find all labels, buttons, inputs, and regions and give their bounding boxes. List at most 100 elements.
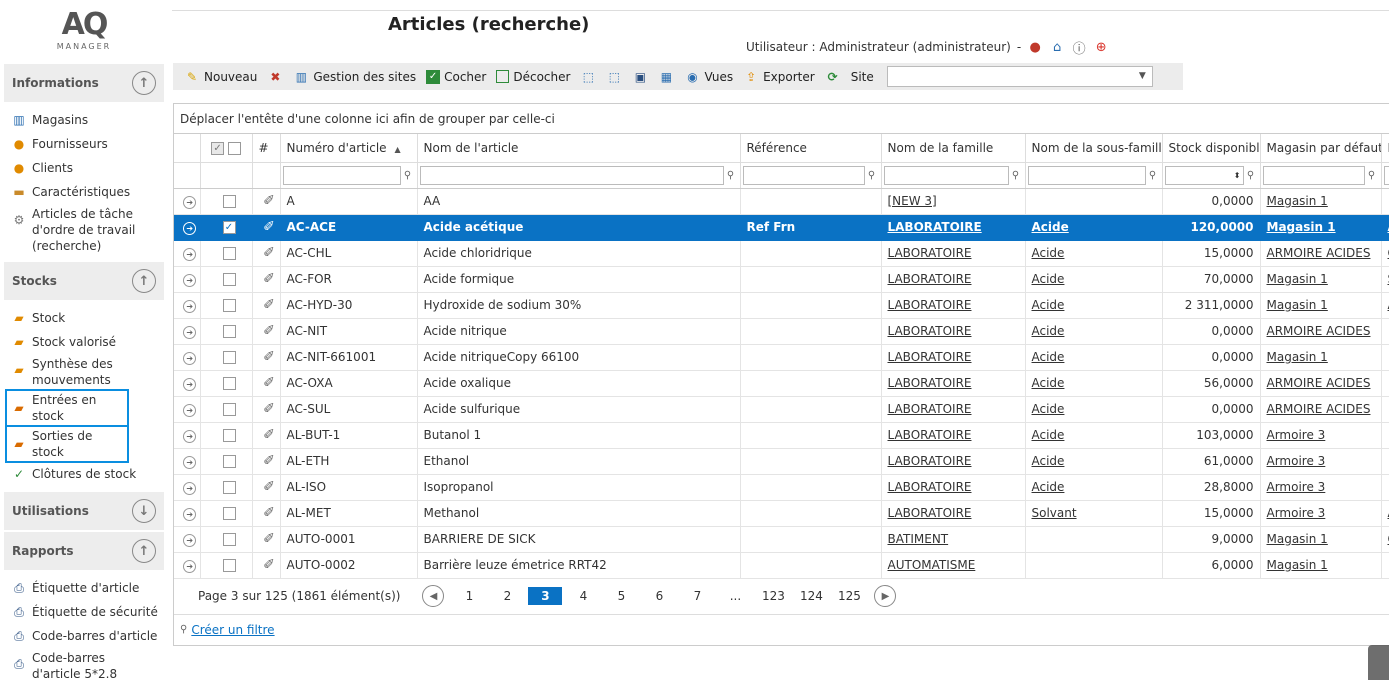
magasin-link[interactable]: Magasin 1 xyxy=(1267,558,1328,572)
export-button[interactable]: ⇪ Exporter xyxy=(738,63,820,90)
floating-button[interactable] xyxy=(1368,645,1389,680)
header-famille[interactable]: Nom de la famille xyxy=(881,134,1026,163)
sousfamille-link[interactable]: Acide xyxy=(1032,272,1065,286)
sidebar-section-utilisations[interactable]: Utilisations ↓ xyxy=(4,492,164,530)
sidebar-item-code-barres-d-article-5-2-8[interactable]: ⎙ Code-barres d'article 5*2.8 xyxy=(0,648,168,680)
row-checkbox[interactable] xyxy=(222,377,236,390)
filter-icon[interactable]: ⚲ xyxy=(1009,170,1023,181)
table-row[interactable]: ➔ ✐ AC-OXA Acide oxalique LABORATOIRE Acide 56… xyxy=(174,370,1389,397)
sousfamille-link[interactable]: Acide xyxy=(1032,220,1069,234)
page-5-button[interactable]: 5 xyxy=(602,587,640,605)
famille-link[interactable]: LABORATOIRE xyxy=(888,506,972,520)
row-checkbox[interactable] xyxy=(222,507,236,520)
sidebar-section-rapports[interactable]: Rapports ↑ xyxy=(4,532,164,570)
new-button[interactable]: ✎ Nouveau xyxy=(179,63,262,90)
header-magasin[interactable]: Magasin par défaut xyxy=(1260,134,1382,163)
paperclip-icon[interactable]: ✐ xyxy=(263,401,275,417)
famille-link[interactable]: BATIMENT xyxy=(888,532,949,546)
arrow-right-circle-icon[interactable]: ➔ xyxy=(183,481,197,495)
arrow-right-circle-icon[interactable]: ➔ xyxy=(183,507,197,521)
table-row[interactable]: ➔ ✐ AC-HYD-30 Hydroxide de sodium 30% LABORA… xyxy=(174,292,1389,319)
arrow-right-circle-icon[interactable]: ➔ xyxy=(183,273,197,287)
paperclip-icon[interactable]: ✐ xyxy=(263,427,275,443)
famille-link[interactable]: LABORATOIRE xyxy=(888,298,972,312)
section-toggle-icon[interactable]: ↑ xyxy=(132,71,156,95)
sidebar-section-stocks[interactable]: Stocks ↑ xyxy=(4,262,164,300)
famille-link[interactable]: LABORATOIRE xyxy=(888,480,972,494)
row-checkbox[interactable] xyxy=(222,533,236,546)
info-icon[interactable]: ⓘ xyxy=(1071,39,1087,57)
row-checkbox[interactable] xyxy=(222,403,236,416)
page-2-button[interactable]: 2 xyxy=(488,587,526,605)
magasin-link[interactable]: Magasin 1 xyxy=(1267,194,1328,208)
sousfamille-link[interactable]: Acide xyxy=(1032,428,1065,442)
refresh-button[interactable]: ⟳ xyxy=(820,63,846,90)
table-row[interactable]: ➔ ✐ AL-ISO Isopropanol LABORATOIRE Acide 28,80… xyxy=(174,474,1389,501)
paperclip-icon[interactable]: ✐ xyxy=(263,531,275,547)
sidebar-item-fournisseurs[interactable]: ● Fournisseurs xyxy=(0,132,168,156)
row-checkbox[interactable]: ✓ xyxy=(222,221,236,234)
filter-ref-input[interactable] xyxy=(742,165,865,185)
arrow-right-circle-icon[interactable]: ➔ xyxy=(183,403,197,417)
columns-button[interactable]: ▦ xyxy=(653,63,679,90)
famille-link[interactable]: LABORATOIRE xyxy=(888,324,972,338)
section-toggle-icon[interactable]: ↑ xyxy=(132,269,156,293)
paperclip-icon[interactable]: ✐ xyxy=(263,297,275,313)
table-row[interactable]: ➔ ✐ AC-NIT Acide nitrique LABORATOIRE Acide 0,… xyxy=(174,318,1389,345)
famille-link[interactable]: LABORATOIRE xyxy=(888,272,972,286)
table-row[interactable]: ➔ ✐ AL-MET Methanol LABORATOIRE Solvant 15,000… xyxy=(174,500,1389,527)
filter-nom-input[interactable] xyxy=(419,165,724,185)
magasin-link[interactable]: ARMOIRE ACIDES xyxy=(1267,376,1371,390)
row-checkbox[interactable] xyxy=(222,429,236,442)
filter-icon[interactable]: ⚲ xyxy=(1365,170,1379,181)
table-row[interactable]: ➔ ✐ AC-CHL Acide chloridrique LABORATOIRE Aci… xyxy=(174,240,1389,267)
magasin-link[interactable]: Magasin 1 xyxy=(1267,298,1328,312)
famille-link[interactable]: [NEW 3] xyxy=(888,194,937,208)
arrow-right-circle-icon[interactable]: ➔ xyxy=(183,299,197,313)
row-checkbox[interactable] xyxy=(222,195,236,208)
sidebar-item-synth-se-des-mouvements[interactable]: ▰ Synthèse des mouvements xyxy=(0,354,168,390)
row-checkbox[interactable] xyxy=(222,455,236,468)
section-toggle-icon[interactable]: ↓ xyxy=(132,499,156,523)
sousfamille-link[interactable]: Acide xyxy=(1032,350,1065,364)
group-panel[interactable]: Déplacer l'entête d'une colonne ici afin… xyxy=(174,104,1389,134)
page-3-button[interactable]: 3 xyxy=(528,587,563,605)
prev-page-button[interactable]: ◀ xyxy=(422,585,445,607)
filter-icon[interactable]: ⚲ xyxy=(865,170,879,181)
paperclip-icon[interactable]: ✐ xyxy=(263,323,275,339)
paperclip-icon[interactable]: ✐ xyxy=(263,505,275,521)
magasin-link[interactable]: Armoire 3 xyxy=(1267,480,1326,494)
paperclip-icon[interactable]: ✐ xyxy=(263,479,275,495)
filter-icon[interactable]: ⚲ xyxy=(1146,170,1160,181)
filter-stock-spinner[interactable]: ⬍ xyxy=(1164,165,1244,185)
paperclip-icon[interactable]: ✐ xyxy=(263,193,275,209)
row-checkbox[interactable] xyxy=(222,273,236,286)
page-124-button[interactable]: 124 xyxy=(792,587,830,605)
table-row[interactable]: ➔ ✐ AL-BUT-1 Butanol 1 LABORATOIRE Acide 103,0… xyxy=(174,422,1389,449)
magasin-link[interactable]: Magasin 1 xyxy=(1267,220,1336,234)
filter-magasin-input[interactable] xyxy=(1262,165,1365,185)
uncheck-button[interactable]: Décocher xyxy=(491,63,575,90)
collapse-button[interactable]: ⬚ xyxy=(575,63,601,90)
sousfamille-link[interactable]: Acide xyxy=(1032,402,1065,416)
arrow-right-circle-icon[interactable]: ➔ xyxy=(183,559,197,573)
row-checkbox[interactable] xyxy=(222,247,236,260)
paperclip-icon[interactable]: ✐ xyxy=(263,375,275,391)
page-4-button[interactable]: 4 xyxy=(564,587,602,605)
arrow-right-circle-icon[interactable]: ➔ xyxy=(183,429,197,443)
next-page-button[interactable]: ▶ xyxy=(874,585,897,607)
table-row[interactable]: ➔ ✐ AC-NIT-661001 Acide nitriqueCopy 66100 L… xyxy=(174,344,1389,371)
sidebar-item--tiquette-d-article[interactable]: ⎙ Étiquette d'article xyxy=(0,576,168,600)
header-stock[interactable]: Stock disponible xyxy=(1162,134,1261,163)
table-row[interactable]: ➔ ✐ AL-ETH Ethanol LABORATOIRE Acide 61,0000 Ar… xyxy=(174,448,1389,475)
sidebar-item-stock[interactable]: ▰ Stock xyxy=(0,306,168,330)
filter-icon[interactable]: ⚲ xyxy=(401,170,415,181)
page-6-button[interactable]: 6 xyxy=(640,587,678,605)
table-row[interactable]: ➔ ✐ AC-FOR Acide formique LABORATOIRE Acide 70… xyxy=(174,266,1389,293)
row-checkbox[interactable] xyxy=(222,299,236,312)
sidebar-item-magasins[interactable]: ▥ Magasins xyxy=(0,108,168,132)
sidebar-item-articles-de-t-che-d-ordre-de-travail-recherche[interactable]: ⚙ Articles de tâche d'ordre de travail (r… xyxy=(0,204,168,256)
sousfamille-link[interactable]: Acide xyxy=(1032,298,1065,312)
sidebar-item--tiquette-de-s-curit[interactable]: ⎙ Étiquette de sécurité xyxy=(0,600,168,624)
magasin-link[interactable]: Armoire 3 xyxy=(1267,506,1326,520)
